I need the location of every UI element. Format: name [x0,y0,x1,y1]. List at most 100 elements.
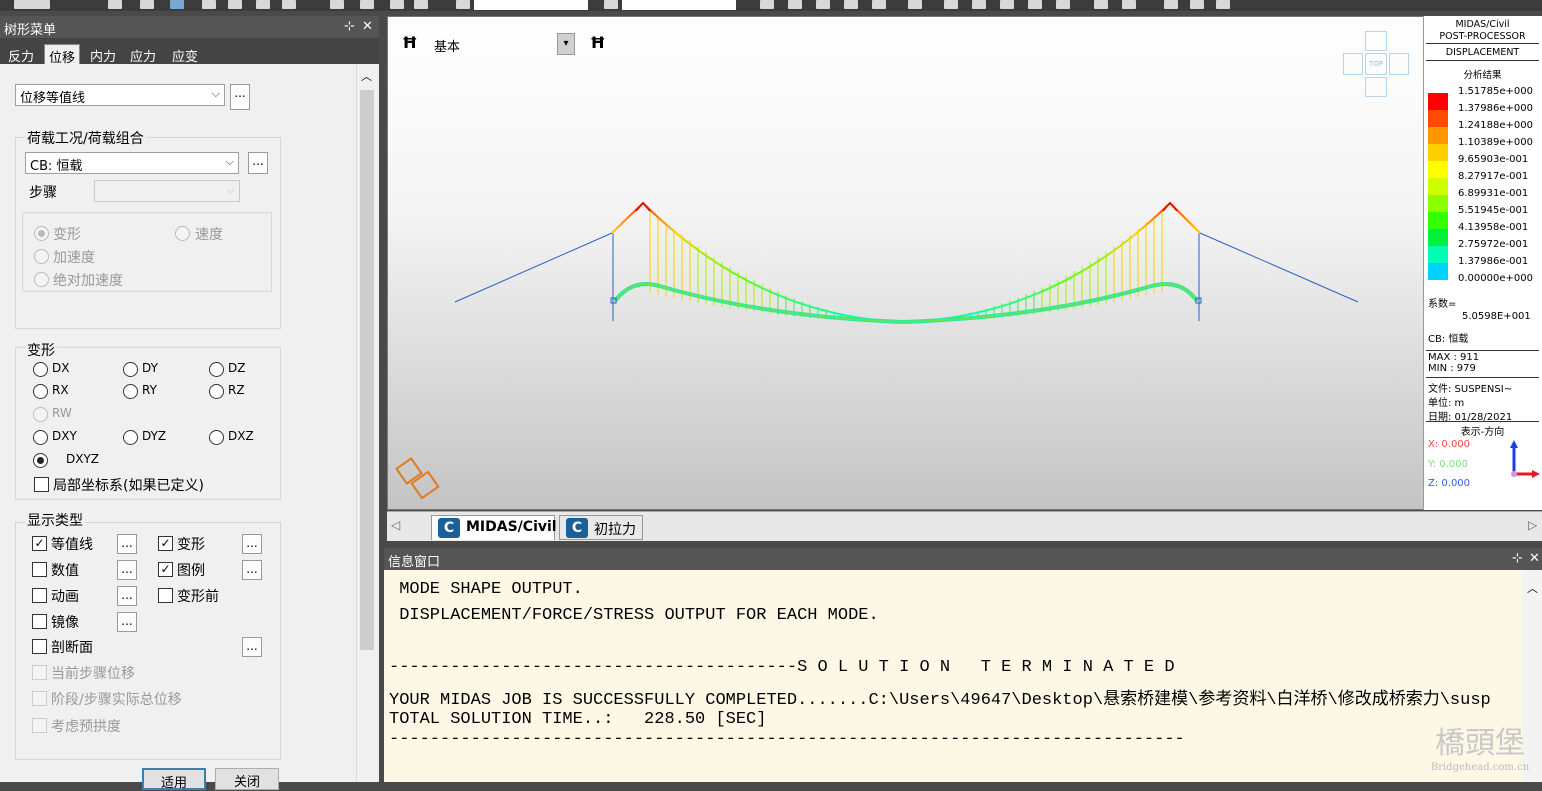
message-log[interactable]: MODE SHAPE OUTPUT. DISPLACEMENT/FORCE/ST… [384,570,1522,782]
tree-menu-title-bar: 树形菜单 ⊹ ✕ [0,16,379,38]
toolbar-icon[interactable] [788,0,802,9]
close-icon[interactable]: ✕ [1529,551,1540,566]
bridge-model-svg [395,201,1359,500]
dyz-radio[interactable] [123,430,138,445]
dz-radio[interactable] [209,362,224,377]
toolbar-icon[interactable] [1190,0,1204,9]
toolbar-icon[interactable] [908,0,922,9]
rx-label: RX [52,383,69,397]
legend-divider [1426,421,1539,422]
toolbar-icon[interactable] [1094,0,1108,9]
deformed-options-button[interactable]: ... [242,534,262,554]
direction-y: Y: 0.000 [1428,459,1468,470]
load-case-options-button[interactable]: ... [248,152,268,174]
toolbar-icon[interactable] [108,0,122,9]
close-button[interactable]: 关闭 [215,768,279,790]
toolbar-icon[interactable] [256,0,270,9]
tab-scroll-right-icon[interactable]: ▷ [1528,518,1537,532]
values-options-button[interactable]: ... [117,560,137,580]
scroll-up-icon[interactable]: ︿ [361,68,372,84]
toolbar-input[interactable] [622,0,736,10]
tab-scroll-left-icon[interactable]: ◁ [391,518,400,532]
section-options-button[interactable]: ... [242,637,262,657]
undeformed-checkbox[interactable] [158,588,173,603]
rx-radio[interactable] [33,384,48,399]
undo-redo-icon[interactable] [14,0,50,9]
message-window-title-bar: 信息窗口 ⊹ ✕ [384,548,1542,570]
dxy-radio[interactable] [33,430,48,445]
toolbar-icon[interactable] [1164,0,1178,9]
contour-options-button[interactable]: ... [117,534,137,554]
cursor-icon[interactable] [604,0,618,9]
main-toolbar [0,0,1542,11]
toolbar-icon[interactable] [360,0,374,9]
ry-radio[interactable] [123,384,138,399]
chevron-down-icon: ⌵ [225,155,234,168]
legend-checkbox[interactable]: ✓ [158,562,173,577]
dx-radio[interactable] [33,362,48,377]
legend-analysis-label: 分析结果 [1463,70,1502,81]
legend-value: 1.37986e-001 [1458,256,1529,267]
select-icon[interactable] [170,0,184,9]
toolbar-icon[interactable] [1000,0,1014,9]
scroll-up-icon[interactable]: ︿ [1527,580,1538,596]
contour-checkbox[interactable]: ✓ [32,536,47,551]
toolbar-icon[interactable] [1216,0,1230,9]
section-checkbox[interactable] [32,639,47,654]
animate-options-button[interactable]: ... [117,586,137,606]
toolbar-icon[interactable] [760,0,774,9]
toolbar-icon[interactable] [1056,0,1070,9]
toolbar-icon[interactable] [202,0,216,9]
tab-initial-tension[interactable]: C 初拉力 [559,515,643,540]
deck-girder [613,282,1199,325]
dxyz-radio[interactable] [33,453,48,468]
dxz-radio[interactable] [209,430,224,445]
tab-reaction[interactable]: 反力 [4,44,38,65]
pin-icon[interactable]: ⊹ [1512,551,1523,566]
load-case-select[interactable]: CB: 恒载 ⌵ [25,152,239,174]
scroll-thumb[interactable] [360,90,374,650]
mirror-options-button[interactable]: ... [117,612,137,632]
toolbar-icon[interactable] [414,0,428,9]
toolbar-icon[interactable] [390,0,404,9]
toolbar-icon[interactable] [816,0,830,9]
dy-radio[interactable] [123,362,138,377]
pin-icon[interactable]: ⊹ [344,19,355,34]
model-view[interactable]: Ħ 基本 ▾ Ħ TOP [387,16,1424,510]
legend-options-button[interactable]: ... [242,560,262,580]
mode-options-button[interactable]: ... [230,84,250,110]
toolbar-icon[interactable] [140,0,154,9]
toolbar-icon[interactable] [1122,0,1136,9]
legend-min: MIN : 979 [1428,363,1476,374]
tree-scrollbar[interactable]: ︿ [356,64,376,782]
toolbar-icon[interactable] [972,0,986,9]
toolbar-icon[interactable] [330,0,344,9]
close-icon[interactable]: ✕ [362,19,373,34]
result-tabs: 反力 位移 内力 应力 应变 [0,38,379,66]
legend-divider [1426,350,1539,351]
legend-divider [1426,377,1539,378]
mode-select[interactable]: 位移等值线 ⌵ [15,84,225,106]
toolbar-icon[interactable] [1028,0,1042,9]
deformed-checkbox[interactable]: ✓ [158,536,173,551]
tab-force[interactable]: 内力 [86,44,120,65]
animate-checkbox[interactable] [32,588,47,603]
toolbar-icon[interactable] [844,0,858,9]
cursor-icon[interactable] [456,0,470,9]
message-window: 信息窗口 ⊹ ✕ MODE SHAPE OUTPUT. DISPLACEMENT… [384,548,1542,782]
tab-strain[interactable]: 应变 [168,44,202,65]
toolbar-icon[interactable] [228,0,242,9]
apply-button[interactable]: 适用 [142,768,206,791]
tab-displacement[interactable]: 位移 [44,44,81,66]
local-axis-checkbox[interactable] [34,477,49,492]
mirror-checkbox[interactable] [32,614,47,629]
values-checkbox[interactable] [32,562,47,577]
toolbar-input[interactable] [474,0,588,10]
toolbar-icon[interactable] [944,0,958,9]
dxz-label: DXZ [228,429,254,443]
tab-stress[interactable]: 应力 [126,44,160,65]
tab-midas-civil[interactable]: C MIDAS/Civil [431,515,557,540]
toolbar-icon[interactable] [282,0,296,9]
toolbar-icon[interactable] [872,0,886,9]
rz-radio[interactable] [209,384,224,399]
